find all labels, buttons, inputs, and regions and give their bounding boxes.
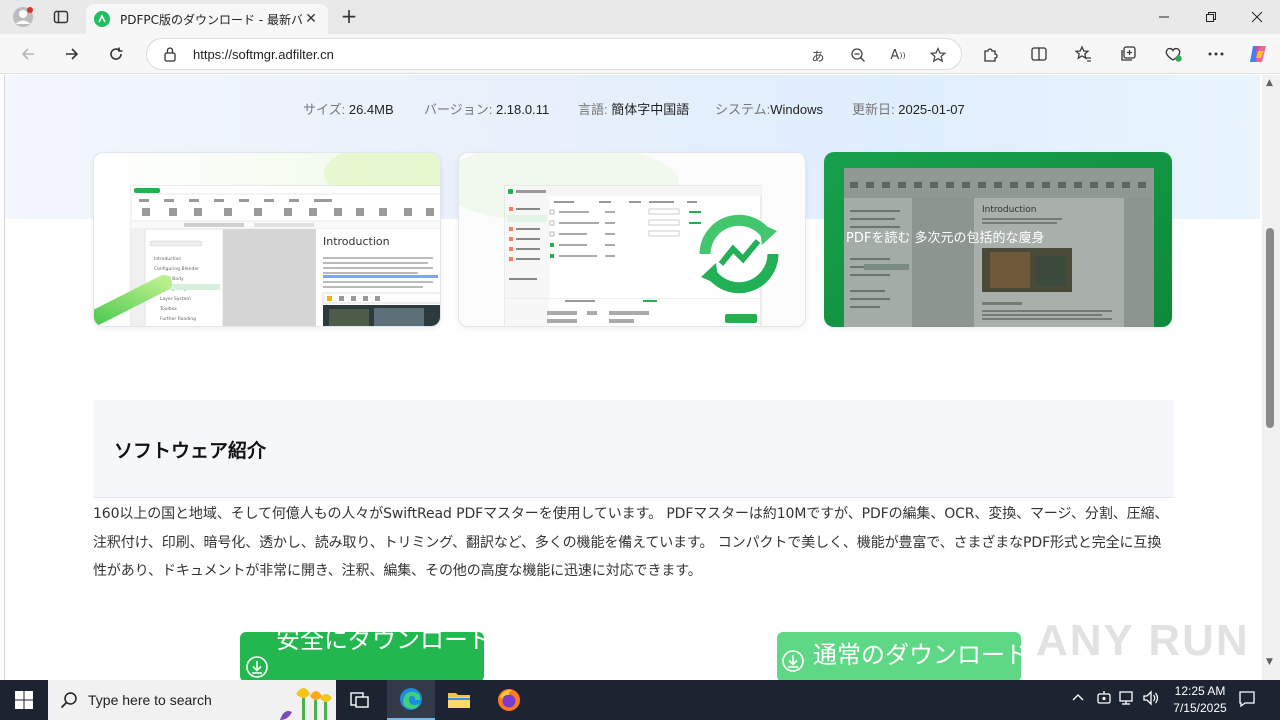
start-button[interactable] [0,680,48,720]
normal-download-label: 通常のダウンロード [813,641,1021,669]
meta-system-value: Windows [770,102,823,117]
refresh-button[interactable] [101,40,131,68]
intro-title: ソフトウェア紹介 [114,440,267,462]
firefox-icon [498,689,520,711]
extensions-icon[interactable] [976,40,1006,68]
svg-text:Layer System: Layer System [160,296,191,302]
normal-download-button[interactable]: 通常のダウンロード [777,632,1021,680]
split-screen-icon[interactable] [1024,40,1054,68]
lock-icon[interactable] [163,46,177,66]
taskbar-firefox[interactable] [485,680,533,720]
minimize-button[interactable] [1141,0,1187,34]
network-drive-icon[interactable] [1096,690,1112,710]
meta-language: 言語: 簡体字中国語 [578,99,689,118]
page-border [4,75,5,680]
copilot-icon[interactable] [1243,40,1273,68]
download-icon [246,656,268,678]
collections-icon[interactable] [1113,40,1143,68]
scroll-thumb[interactable] [1266,228,1274,428]
safe-download-button[interactable]: 安全にダウンロード [240,632,484,680]
show-hidden-icons[interactable] [1071,690,1085,708]
translate-icon[interactable]: あ [807,45,829,65]
meta-language-label: 言語: [578,102,612,117]
network-icon[interactable] [1119,690,1137,710]
vertical-scrollbar[interactable]: ▲ ▼ [1262,75,1280,680]
meta-system: システム:Windows [715,99,823,118]
browser-essentials-icon[interactable] [1158,40,1188,68]
software-meta-row: サイズ: 26.4MB バージョン: 2.18.0.11 言語: 簡体字中国語 … [0,99,1264,119]
svg-text:Introduction: Introduction [154,256,181,262]
meta-version: バージョン: 2.18.0.11 [424,99,549,118]
tab-close-icon[interactable]: ✕ [302,11,320,27]
close-window-button[interactable] [1234,0,1280,34]
tab-actions-icon[interactable] [46,0,76,34]
meta-updated: 更新日: 2025-01-07 [852,99,965,118]
settings-more-icon[interactable] [1201,40,1231,68]
clock-date: 7/15/2025 [1173,701,1227,715]
scroll-up-icon[interactable]: ▲ [1266,78,1273,88]
tulip-flowers-icon [280,688,332,720]
tab-title: PDFPC版のダウンロード - 最新バージョ [120,12,302,27]
tab-active[interactable]: PDFPC版のダウンロード - 最新バージョ ✕ [86,4,328,34]
read-aloud-icon[interactable]: A)) [887,45,909,65]
svg-text:Configuring Blender: Configuring Blender [154,266,199,272]
screenshot-2[interactable] [458,152,806,327]
meta-updated-label: 更新日: [852,102,899,117]
meta-system-label: システム: [715,102,771,117]
screenshot-1[interactable]: Introduction Configuring Blender Soft Body… [93,152,441,327]
favorite-star-icon[interactable] [927,45,949,65]
windows-logo-icon [15,691,33,709]
url-text: https://softmgr.adfilter.cn [193,47,334,62]
meta-version-label: バージョン: [424,102,496,117]
new-tab-button[interactable]: + [338,6,360,28]
scroll-down-icon[interactable]: ▼ [1266,657,1273,667]
profile-avatar-icon[interactable] [8,0,38,34]
safe-download-label: 安全にダウンロード [276,632,484,654]
search-icon [60,692,77,709]
volume-icon[interactable] [1142,690,1160,710]
favorites-icon[interactable] [1068,40,1098,68]
site-favicon-icon [94,11,110,27]
notifications-icon[interactable] [1238,690,1256,712]
meta-language-value: 簡体字中国語 [611,102,690,117]
svg-text:Further Reading: Further Reading [160,316,196,322]
edge-icon [400,688,422,710]
taskbar-clock[interactable]: 12:25 AM 7/15/2025 [1160,683,1240,717]
intro-text: 160以上の国と地域、そして何億人もの人々がSwiftRead PDFマスターを… [93,506,1169,579]
page-viewport: サイズ: 26.4MB バージョン: 2.18.0.11 言語: 簡体字中国語 … [0,75,1280,680]
taskbar-file-explorer[interactable] [435,680,483,720]
folder-icon [448,693,470,708]
task-view-icon [350,692,369,708]
screenshot-3-caption: PDFを読む 多次元の包括的な廋身 [846,230,1044,246]
screenshot-3[interactable]: Introduction PDFを読む 多次元の包括的な廋身 [824,152,1172,327]
svg-text:Toolbox: Toolbox [159,306,177,312]
restore-button[interactable] [1188,0,1234,34]
url-field[interactable]: https://softmgr.adfilter.cn あ A)) [146,38,962,70]
anyrun-watermark: ANY RUN [1036,616,1250,665]
taskbar-search-placeholder: Type here to search [88,692,212,708]
meta-size-value: 26.4MB [348,102,394,117]
meta-size: サイズ: 26.4MB [303,99,394,118]
download-icon [782,650,804,672]
windows-taskbar: Type here to search 12:25 AM 7/15/2025 [0,680,1280,720]
screenshot-3-heading: Introduction [982,205,1037,215]
forward-button[interactable] [57,40,87,68]
taskbar-edge[interactable] [387,680,435,720]
meta-version-value: 2.18.0.11 [495,102,550,117]
address-toolbar: https://softmgr.adfilter.cn あ A)) [0,34,1280,74]
meta-size-label: サイズ: [303,102,349,117]
meta-updated-value: 2025-01-07 [898,102,965,117]
taskbar-search-box[interactable]: Type here to search [48,680,336,720]
screenshot-1-heading: Introduction [323,235,390,248]
tab-strip: PDFPC版のダウンロード - 最新バージョ ✕ + [0,0,1280,34]
zoom-out-icon[interactable] [847,45,869,65]
back-button[interactable] [13,40,43,68]
clock-time: 12:25 AM [1174,684,1226,698]
intro-header: ソフトウェア紹介 [93,400,1173,498]
task-view-button[interactable] [336,680,384,720]
